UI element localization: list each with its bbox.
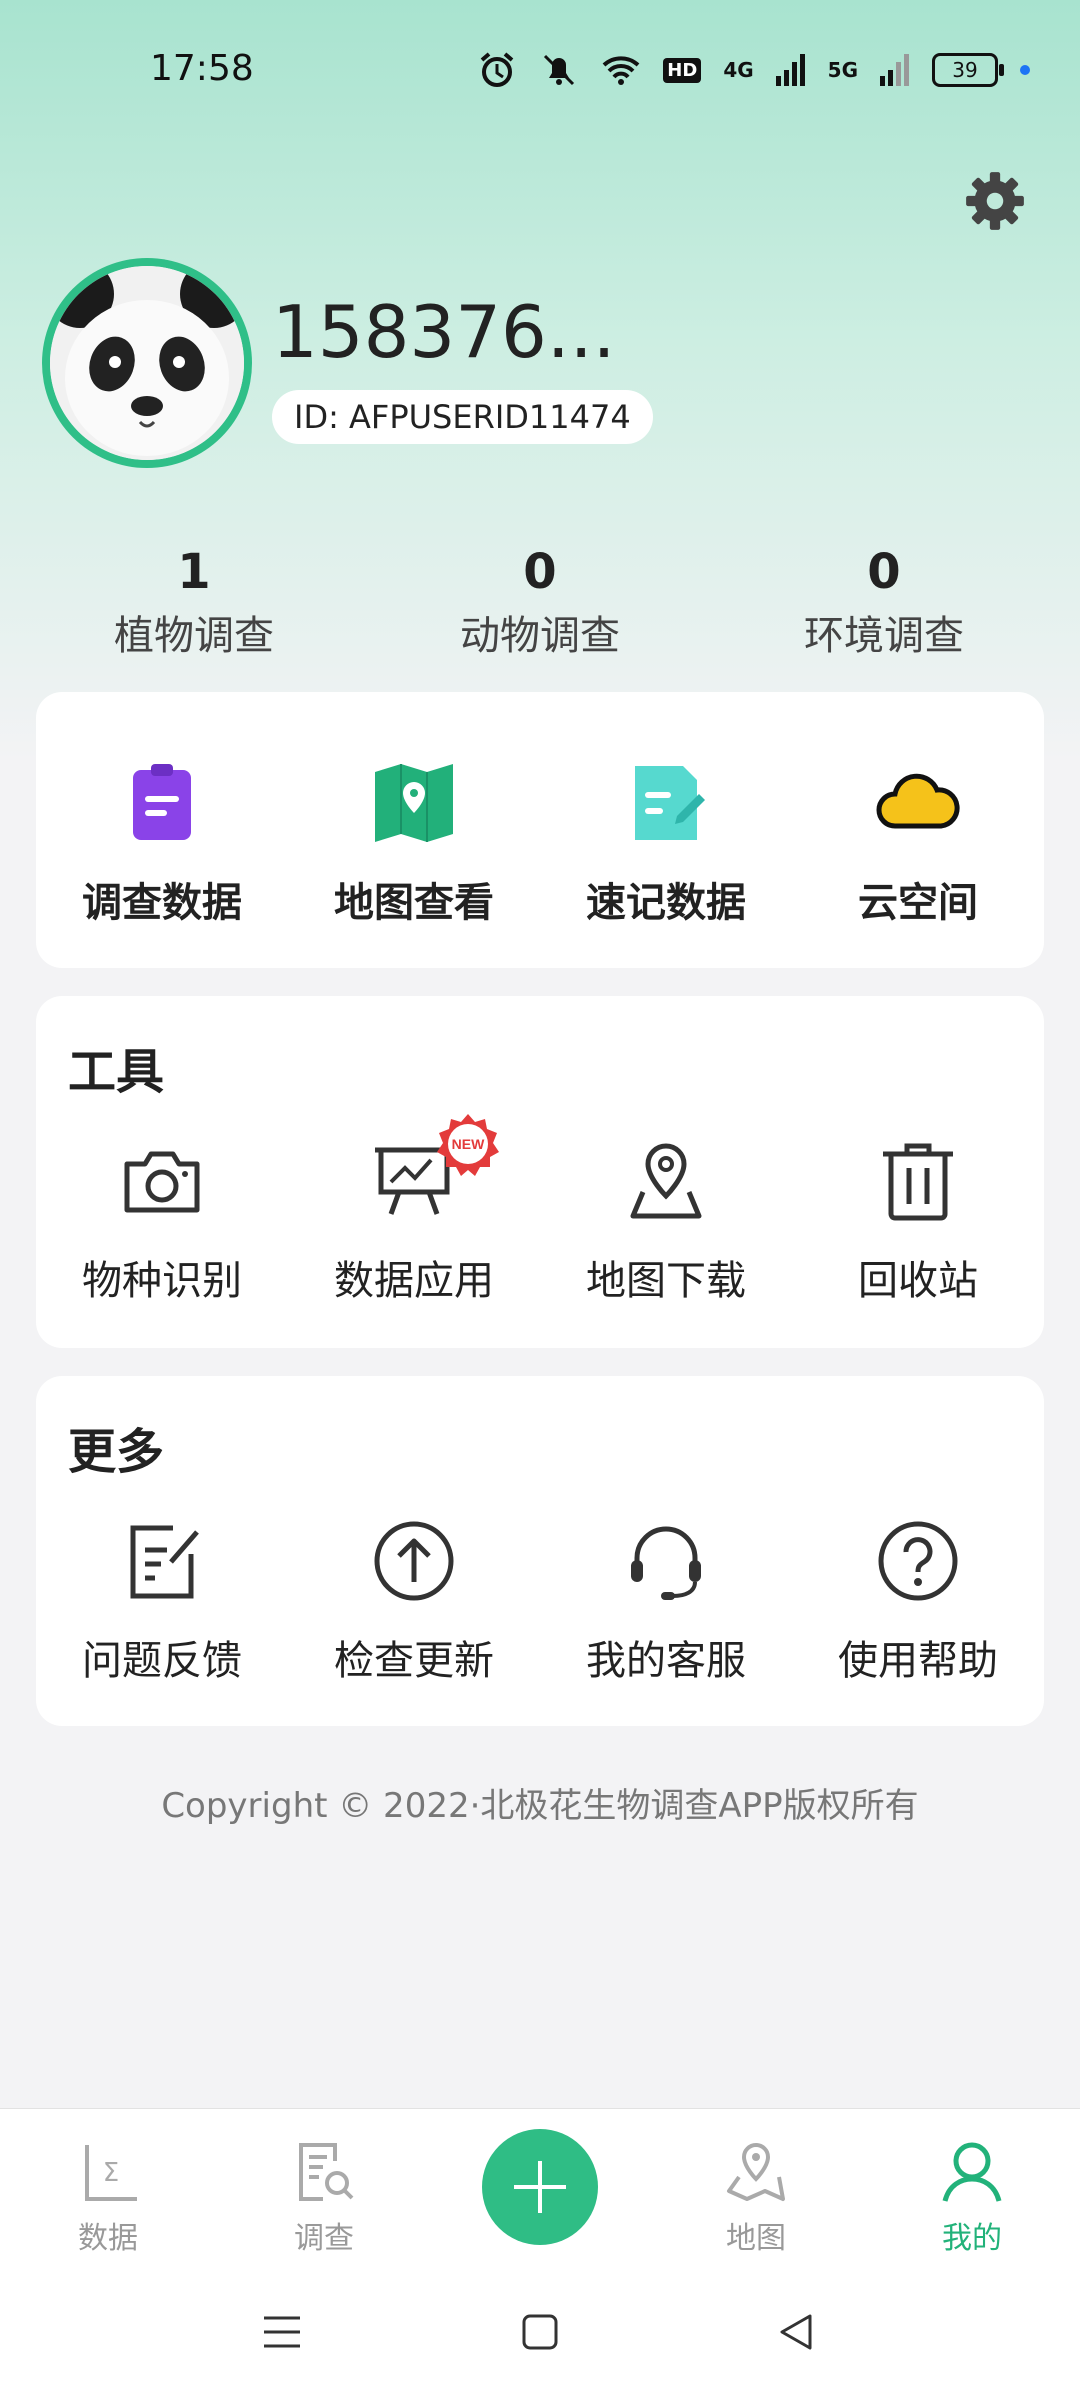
quick-action-label: 速记数据 <box>586 880 746 926</box>
tab-map[interactable]: 地图 <box>686 2139 826 2257</box>
tab-label: 地图 <box>726 2221 786 2256</box>
quick-action-cloud-space[interactable]: 云空间 <box>792 758 1044 928</box>
stat-label: 环境调查 <box>804 613 964 659</box>
back-icon[interactable] <box>776 2312 816 2352</box>
signal-icon-2 <box>880 54 909 86</box>
stat-label: 动物调查 <box>460 613 620 659</box>
menu-icon[interactable] <box>262 2312 302 2352</box>
more-label: 问题反馈 <box>82 1638 242 1684</box>
quick-action-label: 调查数据 <box>82 880 242 926</box>
bottom-tab-bar: Σ 数据 调查 地图 我的 <box>0 2108 1080 2269</box>
system-nav-bar <box>0 2268 1080 2400</box>
settings-gear-icon[interactable] <box>962 168 1028 234</box>
status-time: 17:58 <box>150 48 254 89</box>
new-badge-icon: NEW <box>437 1114 499 1176</box>
more-customer-service[interactable]: 我的客服 <box>540 1516 792 1686</box>
feedback-edit-icon <box>130 1525 199 1599</box>
network-4g: 4G <box>723 58 754 82</box>
more-feedback[interactable]: 问题反馈 <box>36 1516 288 1686</box>
status-icons: HD 4G 5G 39 <box>477 50 1030 90</box>
svg-text:Σ: Σ <box>103 2158 119 2188</box>
tool-map-download[interactable]: 地图下载 <box>540 1136 792 1306</box>
arrow-up-circle-icon <box>374 1521 454 1601</box>
tool-label: 回收站 <box>858 1258 978 1304</box>
tool-species-identification[interactable]: 物种识别 <box>36 1136 288 1306</box>
tab-label: 我的 <box>942 2221 1002 2256</box>
hd-indicator: HD <box>663 57 702 83</box>
quick-action-label: 地图查看 <box>334 880 494 926</box>
tab-survey[interactable]: 调查 <box>254 2139 394 2257</box>
tab-label: 数据 <box>78 2221 138 2256</box>
more-card: 更多 问题反馈 检查更新 我的客服 使用帮助 <box>36 1376 1044 1726</box>
quick-action-survey-data[interactable]: 调查数据 <box>36 758 288 928</box>
avatar[interactable] <box>50 266 244 460</box>
sigma-chart-icon: Σ <box>85 2145 137 2201</box>
stat-environment-survey[interactable]: 0 环境调查 <box>714 540 1054 668</box>
stat-value: 0 <box>523 544 557 600</box>
stat-plant-survey[interactable]: 1 植物调查 <box>24 540 364 668</box>
quick-action-quick-notes[interactable]: 速记数据 <box>540 758 792 928</box>
tool-recycle-bin[interactable]: 回收站 <box>792 1136 1044 1306</box>
quick-action-map-view[interactable]: 地图查看 <box>288 758 540 928</box>
camera-icon <box>124 1151 200 1213</box>
new-badge-text: NEW <box>452 1136 485 1152</box>
tab-mine[interactable]: 我的 <box>902 2139 1042 2257</box>
user-icon <box>942 2142 1002 2202</box>
stat-value: 0 <box>867 544 901 600</box>
map-icon <box>375 764 453 842</box>
tool-label: 数据应用 <box>334 1258 494 1304</box>
copyright-text: Copyright © 2022·北极花生物调查APP版权所有 <box>161 1786 919 1826</box>
tool-label: 物种识别 <box>82 1258 242 1304</box>
battery-indicator: 39 <box>932 53 1004 87</box>
plus-icon <box>514 2161 566 2213</box>
add-button[interactable] <box>482 2129 598 2245</box>
more-help[interactable]: 使用帮助 <box>792 1516 1044 1686</box>
more-label: 检查更新 <box>334 1638 494 1684</box>
stat-label: 植物调查 <box>114 613 274 659</box>
panda-avatar-icon <box>50 266 244 460</box>
note-edit-icon <box>635 766 705 840</box>
map-pin-icon <box>630 1143 702 1219</box>
signal-icon <box>775 54 805 86</box>
stat-animal-survey[interactable]: 0 动物调查 <box>370 540 710 668</box>
tab-label: 调查 <box>294 2221 354 2256</box>
tool-label: 地图下载 <box>586 1258 746 1304</box>
tools-card: 工具 物种识别 NEW 数据应用 地图下载 回收站 <box>36 996 1044 1348</box>
tools-title: 工具 <box>68 1044 165 1100</box>
survey-search-icon <box>299 2143 354 2201</box>
mute-icon <box>544 54 575 86</box>
username: 158376... <box>272 290 616 374</box>
user-id-badge: ID: AFPUSERID11474 <box>272 390 653 444</box>
stat-value: 1 <box>177 544 211 600</box>
trash-icon <box>883 1143 953 1221</box>
network-5g: 5G <box>827 58 858 82</box>
question-circle-icon <box>878 1521 958 1601</box>
wifi-icon <box>602 56 640 85</box>
home-icon[interactable] <box>520 2312 560 2352</box>
more-title: 更多 <box>68 1424 165 1480</box>
headset-icon <box>631 1526 701 1600</box>
alarm-icon <box>480 52 514 87</box>
tab-data[interactable]: Σ 数据 <box>38 2139 178 2257</box>
tool-data-application[interactable]: NEW 数据应用 <box>288 1114 540 1306</box>
cloud-icon <box>876 773 960 829</box>
quick-action-label: 云空间 <box>858 880 978 926</box>
more-label: 我的客服 <box>586 1638 746 1684</box>
clipboard-icon <box>133 764 191 840</box>
notification-dot <box>1020 65 1030 75</box>
more-label: 使用帮助 <box>838 1638 998 1684</box>
more-check-update[interactable]: 检查更新 <box>288 1516 540 1686</box>
quick-actions-card: 调查数据 地图查看 速记数据 云空间 <box>36 692 1044 968</box>
map-location-icon <box>727 2142 785 2201</box>
